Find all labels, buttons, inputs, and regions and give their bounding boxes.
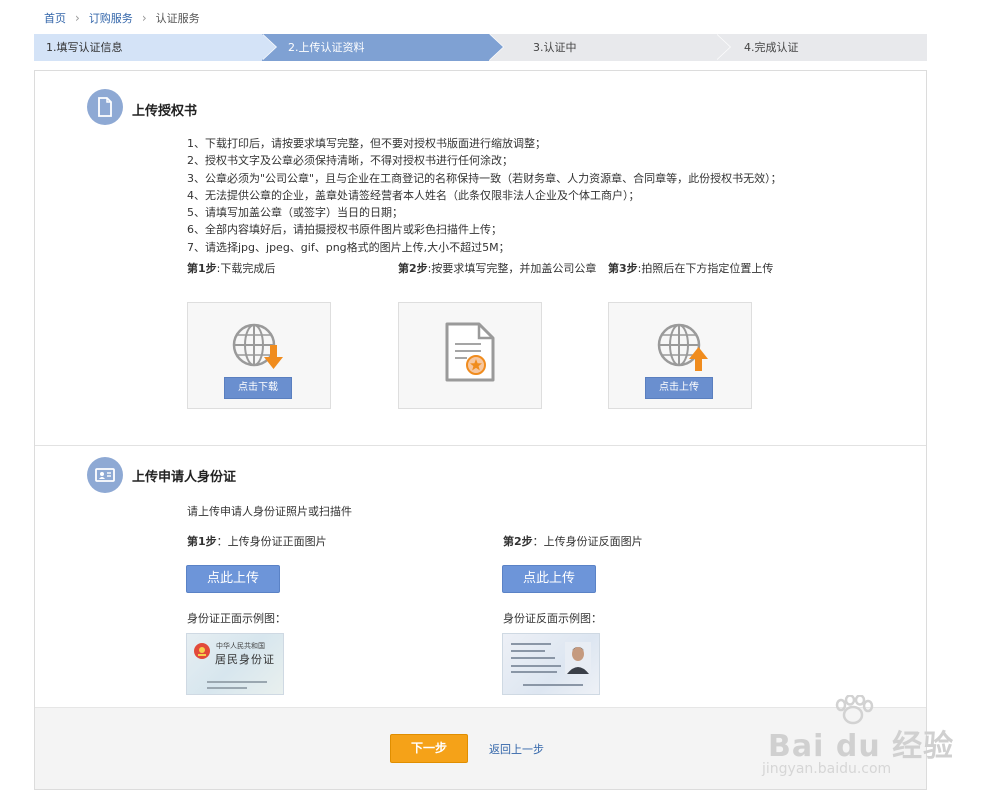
card-title-text: 居民身份证 — [215, 653, 275, 666]
card-info-line — [207, 681, 267, 683]
auth-step1-label: 第1步:下载完成后 — [187, 262, 276, 275]
back-sample-label: 身份证反面示例图： — [503, 612, 602, 625]
rule-item: 5、请填写加盖公章（或签字）当日的日期； — [187, 206, 403, 220]
section-divider — [35, 445, 926, 446]
upload-id-front-button[interactable]: 点此上传 — [186, 565, 280, 593]
card-info-line — [511, 657, 555, 659]
step-arrow — [489, 34, 503, 60]
rule-item: 2、授权书文字及公章必须保持清晰，不得对授权书进行任何涂改； — [187, 154, 513, 168]
card-info-line — [511, 665, 561, 667]
watermark-url: jingyan.baidu.com — [762, 761, 892, 777]
section-title-authorization: 上传授权书 — [132, 104, 198, 119]
back-link[interactable]: 返回上一步 — [489, 741, 544, 757]
upload-tile: 点击上传 — [608, 302, 752, 409]
rule-item: 7、请选择jpg、jpeg、gif、png格式的图片上传,大小不超过5M； — [187, 240, 510, 254]
id-back-sample-image — [502, 633, 600, 695]
globe-upload-icon — [657, 323, 708, 371]
section-title-id: 上传申请人身份证 — [132, 470, 237, 485]
watermark-brand: Bai du 经验 — [768, 729, 955, 764]
progress-steps: 1.填写认证信息 2.上传认证资料 3.认证中 4.完成认证 — [34, 34, 927, 61]
card-info-line — [511, 671, 557, 673]
next-step-button[interactable]: 下一步 — [390, 734, 468, 763]
rule-item: 1、下载打印后，请按要求填写完整，但不要对授权书版面进行缩放调整； — [187, 137, 546, 150]
id-step1-label: 第1步：上传身份证正面图片 — [187, 535, 327, 548]
step-upload-docs: 2.上传认证资料 — [262, 34, 489, 61]
breadcrumb: 首页 › 订购服务 › 认证服务 — [44, 10, 200, 26]
fill-form-tile — [398, 302, 542, 409]
card-info-line — [511, 643, 551, 645]
card-info-line — [523, 684, 583, 686]
portrait-photo — [565, 642, 591, 674]
rule-item: 4、无法提供公章的企业，盖章处请签经营者本人姓名（此条仅限非法人企业及个体工商户… — [187, 188, 640, 202]
download-button[interactable]: 点击下载 — [224, 377, 292, 399]
baidu-watermark: Bai du 经验 jingyan.baidu.com — [760, 695, 970, 785]
document-seal-icon — [445, 322, 495, 382]
upload-id-back-button[interactable]: 点此上传 — [502, 565, 596, 593]
rule-item: 3、公章必须为"公司公章"，且与企业在工商登记的名称保持一致（若财务章、人力资源… — [187, 171, 782, 185]
step-arrow — [716, 34, 730, 60]
card-country-text: 中华人民共和国 — [216, 642, 265, 650]
authorization-rules: 1、下载打印后，请按要求填写完整，但不要对授权书版面进行缩放调整； 2、授权书文… — [187, 135, 782, 256]
step-complete: 4.完成认证 — [744, 41, 799, 54]
upload-auth-button[interactable]: 点击上传 — [645, 377, 713, 399]
breadcrumb-home[interactable]: 首页 — [44, 10, 66, 26]
step-arrow — [262, 34, 276, 60]
rule-item: 6、全部内容填好后，请拍摄授权书原件图片或彩色扫描件上传； — [187, 223, 502, 237]
id-card-icon — [87, 457, 123, 493]
breadcrumb-service[interactable]: 订购服务 — [89, 10, 133, 26]
id-step2-label: 第2步：上传身份证反面图片 — [503, 535, 643, 548]
auth-step3-label: 第3步:拍照后在下方指定位置上传 — [608, 262, 774, 275]
step-verifying: 3.认证中 — [533, 41, 577, 54]
document-icon — [87, 89, 123, 125]
globe-download-icon — [232, 323, 283, 369]
auth-step2-label: 第2步:按要求填写完整，并加盖公司公章 — [398, 262, 597, 275]
chevron-right-icon: › — [141, 11, 147, 25]
id-front-sample-image: 中华人民共和国 居民身份证 — [186, 633, 284, 695]
front-sample-label: 身份证正面示例图： — [187, 612, 286, 625]
card-info-line — [511, 650, 545, 652]
main-panel: 上传授权书 1、下载打印后，请按要求填写完整，但不要对授权书版面进行缩放调整； … — [34, 70, 927, 790]
card-info-line — [207, 687, 247, 689]
step-fill-info: 1.填写认证信息 — [34, 34, 262, 61]
national-emblem-icon — [194, 643, 210, 659]
breadcrumb-current: 认证服务 — [155, 12, 200, 25]
id-intro-text: 请上传申请人身份证照片或扫描件 — [187, 505, 352, 518]
chevron-right-icon: › — [75, 11, 80, 25]
download-tile: 点击下载 — [187, 302, 331, 409]
